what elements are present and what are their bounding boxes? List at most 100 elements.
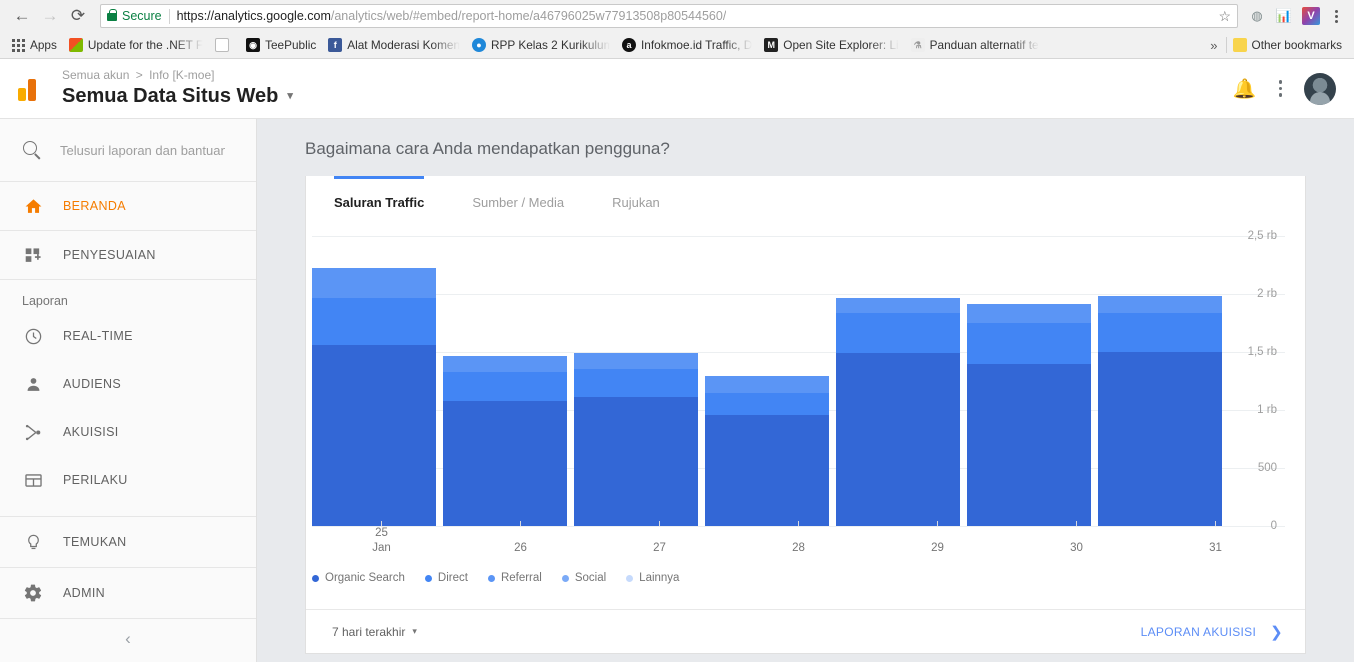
secure-label: Secure [122,9,162,23]
bar-segment[interactable] [443,372,567,401]
bar-segment[interactable] [705,376,829,393]
bookmark-label: Panduan alternatif te [929,38,1039,52]
forward-arrow-icon[interactable]: → [36,2,64,30]
bookmark-item[interactable]: M Open Site Explorer: Li [758,36,904,54]
bar-segment[interactable] [574,369,698,398]
sidebar-item-admin[interactable]: ADMIN [0,568,256,618]
card-tabs: Saluran Traffic Sumber / Media Rujukan [306,176,1305,228]
share-nodes-icon [22,423,44,442]
bar-segment[interactable] [705,414,829,526]
bar-segment[interactable] [836,297,960,314]
chart-bar[interactable] [1098,296,1222,526]
tab-sumber-media[interactable]: Sumber / Media [472,176,588,228]
bookmark-item[interactable] [209,36,240,54]
bar-segment[interactable] [312,267,436,299]
chart-bar[interactable] [443,355,567,526]
sidebar-item-penyesuaian[interactable]: PENYESUAIAN [0,231,256,279]
sidebar-item-audiens[interactable]: AUDIENS [0,360,256,408]
bookmark-apps[interactable]: Apps [6,36,63,54]
sidebar-item-perilaku[interactable]: PERILAKU [0,456,256,504]
chart-bar[interactable] [574,352,698,526]
tab-rujukan[interactable]: Rujukan [612,176,684,228]
vertical-dots-icon[interactable] [1278,80,1282,97]
sidebar-item-label: AKUISISI [63,425,119,439]
bookmark-item[interactable]: ◉ TeePublic [240,36,322,54]
teepublic-icon: ◉ [246,38,261,52]
legend-item[interactable]: Organic Search [312,572,405,584]
chart-bar[interactable] [967,304,1091,526]
extension-globe-icon[interactable]: ◍ [1248,7,1266,25]
legend-item[interactable]: Social [561,572,606,584]
bar-segment[interactable] [836,313,960,354]
search-input[interactable] [60,142,225,158]
bar-segment[interactable] [1098,312,1222,352]
acquisition-report-link[interactable]: LAPORAN AKUISISI ❯ [1141,623,1283,641]
moz-icon: M [764,38,779,52]
breadcrumb-account[interactable]: Semua akun [62,68,129,82]
bar-segment[interactable] [836,353,960,526]
address-bar[interactable]: Secure https://analytics.google.com/anal… [100,4,1238,28]
x-axis-tick-label: 30 [1070,542,1083,554]
bar-segment[interactable] [574,352,698,370]
chart-bar[interactable] [705,376,829,526]
sidebar-item-beranda[interactable]: BERANDA [0,182,256,230]
bookmark-star-icon[interactable]: ☆ [1212,8,1231,25]
tab-saluran-traffic[interactable]: Saluran Traffic [334,176,448,228]
legend-item[interactable]: Direct [424,572,468,584]
bar-segment[interactable] [443,400,567,526]
breadcrumb-property[interactable]: Info [K-moe] [149,68,214,82]
legend-color-dot [424,574,432,582]
extension-chart-icon[interactable]: 📊 [1275,7,1293,25]
sidebar-item-temukan[interactable]: TEMUKAN [0,517,256,567]
extension-v-icon[interactable]: V [1302,7,1320,25]
avatar[interactable] [1304,72,1336,105]
page-icon [215,38,230,52]
legend-color-dot [626,574,634,582]
bar-segment[interactable] [967,323,1091,364]
bar-segment[interactable] [574,397,698,526]
chevron-double-right-icon[interactable]: » [1202,38,1225,53]
sidebar-collapse-button[interactable]: ‹ [0,616,256,662]
bar-segment[interactable] [312,298,436,346]
sidebar-item-akuisisi[interactable]: AKUISISI [0,408,256,456]
bar-segment[interactable] [443,355,567,373]
bookmark-item[interactable]: ⚗ Panduan alternatif te [905,36,1045,54]
bar-segment[interactable] [1098,352,1222,526]
chart-bar[interactable] [312,267,436,526]
bookmark-item[interactable]: a Infokmoe.id Traffic, D [616,36,758,54]
x-axis-tick-label: 27 [653,542,666,554]
chart-bar[interactable] [836,297,960,526]
bar-segment[interactable] [967,363,1091,526]
other-bookmarks-folder[interactable]: Other bookmarks [1227,36,1348,54]
x-axis-tick-label: 29 [931,542,944,554]
view-selector[interactable]: Semua Data Situs Web ▾ [62,83,293,109]
back-arrow-icon[interactable]: ← [8,2,36,30]
omnibox-row: ← → ⟳ Secure https://analytics.google.co… [0,0,1354,32]
legend-label: Referral [500,572,542,584]
folder-icon [1232,38,1247,52]
legend-item[interactable]: Referral [487,572,542,584]
axis-tickmark [520,521,521,526]
tab-label: Sumber / Media [472,194,565,210]
date-range-selector[interactable]: 7 hari terakhir ▾ [332,625,417,639]
legend-label: Direct [437,572,468,584]
bookmark-item[interactable]: ● RPP Kelas 2 Kurikulum [466,36,616,54]
bar-segment[interactable] [1098,296,1222,313]
chrome-menu-icon[interactable] [1326,9,1346,23]
behavior-icon [22,471,44,490]
report-link-label: LAPORAN AKUISISI [1140,624,1257,639]
bar-segment[interactable] [705,392,829,415]
sidebar-item-real-time[interactable]: REAL-TIME [0,312,256,360]
bookmark-item[interactable]: Update for the .NET F [63,36,209,54]
sidebar-search[interactable] [0,119,256,182]
bookmark-item[interactable]: f Alat Moderasi Komen [322,36,466,54]
legend-item[interactable]: Lainnya [626,572,679,584]
reload-icon[interactable]: ⟳ [64,2,92,30]
y-axis-label: 500 [1257,462,1277,474]
bell-icon[interactable]: 🔔 [1233,77,1257,101]
x-axis-tick-label: 31 [1209,542,1222,554]
bar-group [312,236,1222,526]
bar-segment[interactable] [967,304,1091,324]
bar-segment[interactable] [312,345,436,526]
facebook-icon: f [328,38,343,52]
